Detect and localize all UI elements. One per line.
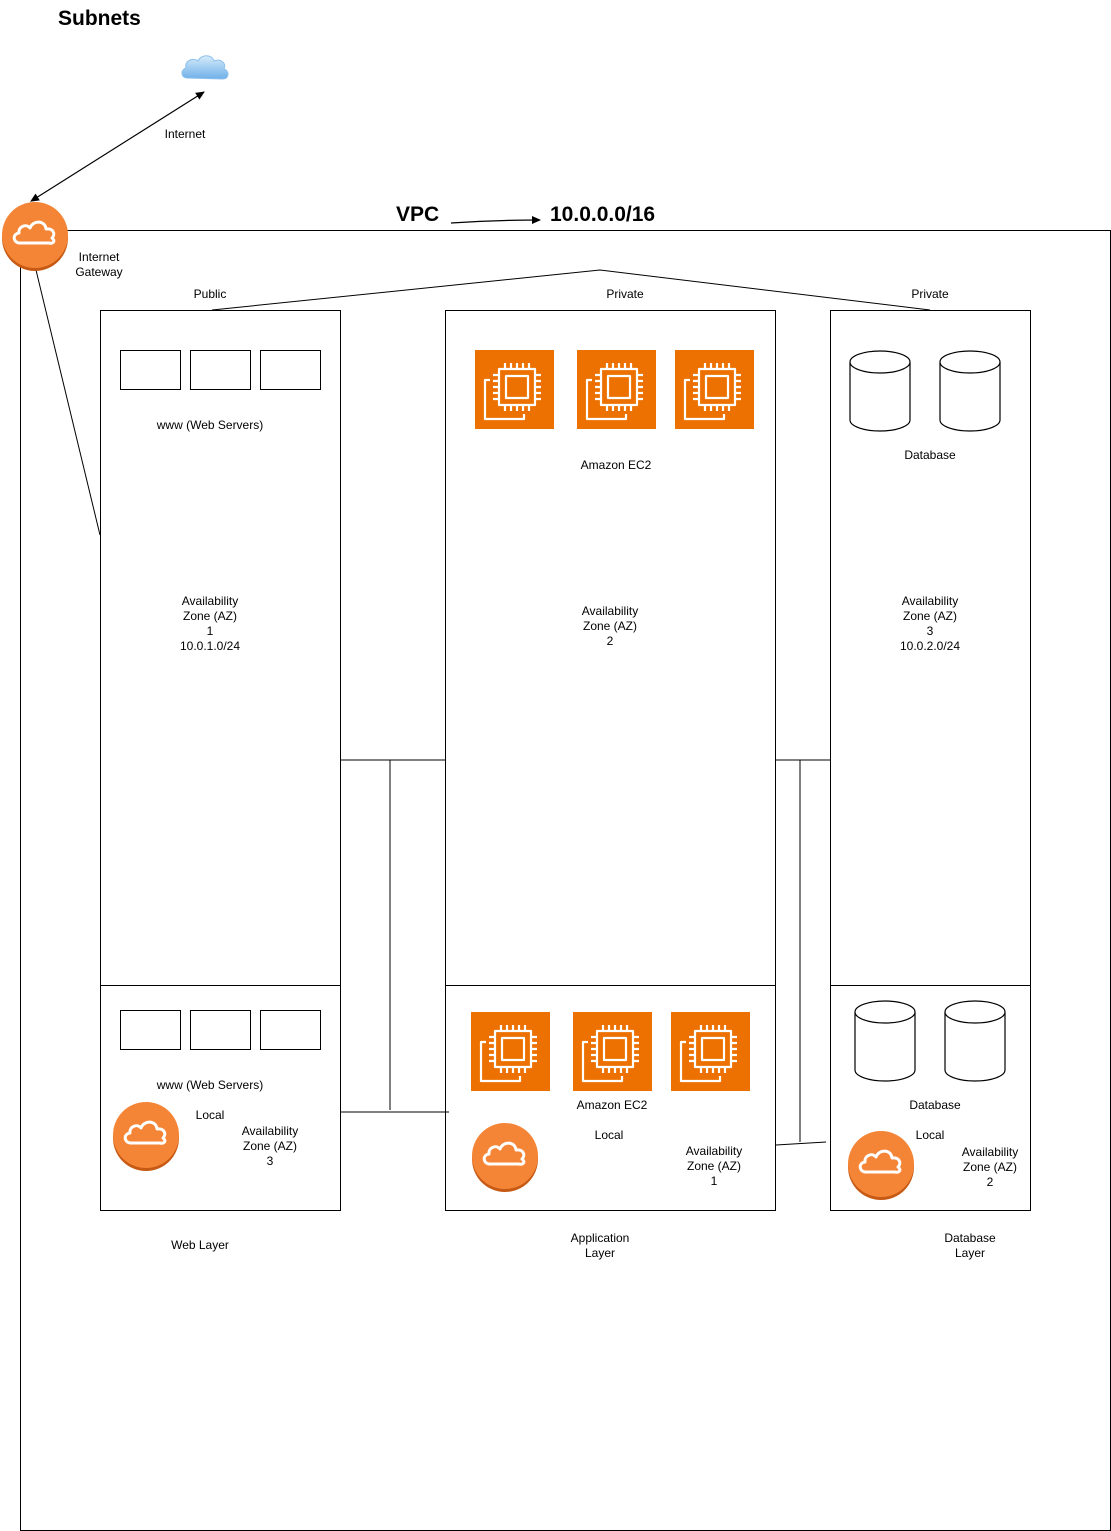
web-server-box [260,350,321,390]
internet-gateway-label: Internet Gateway [75,250,123,279]
app-bottom-az-label: Availability Zone (AZ) 1 [685,1144,743,1188]
database-cylinder-icon [944,1000,1006,1082]
local-gateway-icon [111,1101,181,1171]
web-bottom-az-label: Availability Zone (AZ) 3 [241,1124,299,1168]
web-server-box [260,1010,321,1050]
app-layer-label: Application Layer [570,1231,630,1260]
internet-link [30,91,205,202]
internet-cloud-icon [179,52,231,82]
db-local-label: Local [915,1128,945,1142]
public-subnet-label: Public [193,287,227,301]
internet-gateway-icon [0,201,70,271]
web-server-box [120,350,181,390]
vpc-cidr-arrow [450,216,541,225]
app-top-az-label: Availability Zone (AZ) 2 [581,604,639,648]
private-app-subnet-label: Private [606,287,644,301]
vpc-cidr-label: 10.0.0.0/16 [550,203,656,226]
db-layer-label: Database Layer [944,1231,996,1260]
app-bottom-label: Amazon EC2 [576,1098,648,1112]
database-cylinder-icon [939,350,1001,432]
app-top-label: Amazon EC2 [580,458,652,472]
internet-label: Internet [164,127,206,141]
page-title: Subnets [58,7,141,30]
web-top-az-label: Availability Zone (AZ) 1 10.0.1.0/24 [179,594,241,653]
ec2-instance-icon [573,1012,652,1091]
db-top-az-label: Availability Zone (AZ) 3 10.0.2.0/24 [899,594,961,653]
db-bottom-az-label: Availability Zone (AZ) 2 [961,1145,1019,1189]
app-local-label: Local [594,1128,624,1142]
web-server-box [190,350,251,390]
web-server-box [190,1010,251,1050]
web-bottom-label: www (Web Servers) [156,1078,264,1092]
database-cylinder-icon [849,350,911,432]
database-cylinder-icon [854,1000,916,1082]
web-local-label: Local [195,1108,225,1122]
vpc-label: VPC [396,203,440,226]
db-top-label: Database [904,448,956,462]
local-gateway-icon [470,1122,540,1192]
ec2-instance-icon [671,1012,750,1091]
ec2-instance-icon [577,350,656,429]
web-layer-label: Web Layer [171,1238,229,1252]
private-db-subnet-label: Private [911,287,949,301]
db-bottom-label: Database [909,1098,961,1112]
ec2-instance-icon [475,350,554,429]
web-top-label: www (Web Servers) [156,418,264,432]
ec2-instance-icon [471,1012,550,1091]
ec2-instance-icon [675,350,754,429]
web-server-box [120,1010,181,1050]
